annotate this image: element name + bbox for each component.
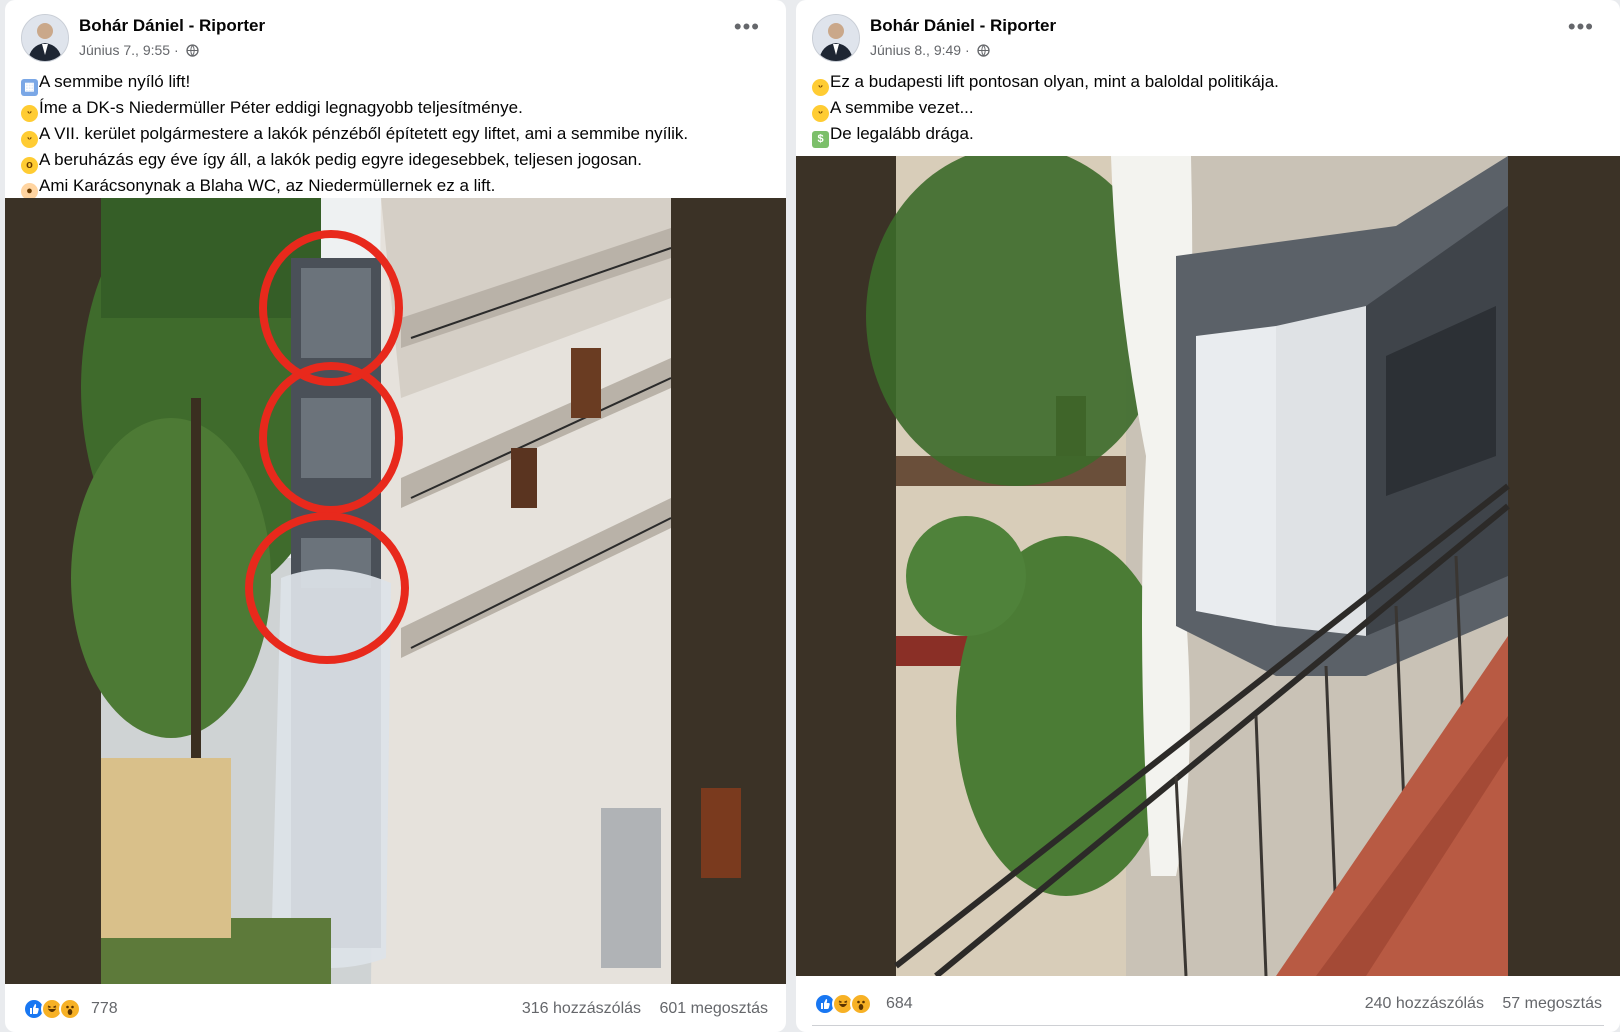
post-line: oA beruházás egy éve így áll, a lakók pe… (21, 148, 770, 174)
calendar-icon: ▦ (21, 79, 38, 96)
wow-icon (850, 993, 872, 1015)
author-avatar[interactable] (812, 14, 860, 62)
screaming-emoji-icon: o (21, 157, 38, 174)
post-meta: Június 8., 9:49 · (870, 42, 990, 58)
post-text: ▦ A semmibe nyíló lift! ᵕ Íme a DK-s Niede… (21, 70, 770, 200)
author-name[interactable]: Bohár Dániel - Riporter (79, 16, 265, 36)
reaction-icons[interactable] (814, 993, 880, 1015)
footer-divider (812, 1025, 1604, 1026)
post-header: Bohár Dániel - Riporter Június 7., 9:55 … (5, 0, 786, 66)
post-line: ᵕ Ez a budapesti lift pontosan olyan, min… (812, 70, 1604, 96)
joy-emoji-icon: ᵕ (812, 105, 829, 122)
post-card: Bohár Dániel - Riporter Június 7., 9:55 … (5, 0, 786, 1032)
post-stats: 316 hozzászólás 601 megosztás (508, 1000, 768, 1018)
author-name[interactable]: Bohár Dániel - Riporter (870, 16, 1056, 36)
post-timestamp[interactable]: Június 8., 9:49 · (870, 42, 970, 58)
wink-emoji-icon: ᵕ (21, 131, 38, 148)
reaction-icons[interactable] (23, 998, 89, 1020)
post-footer: 684 240 hozzászólás 57 megosztás (796, 985, 1620, 1026)
post-text: ᵕ Ez a budapesti lift pontosan olyan, min… (812, 70, 1604, 148)
wow-icon (59, 998, 81, 1020)
money-icon: $ (812, 131, 829, 148)
post-line: ᵕA VII. kerület polgármestere a lakók pé… (21, 122, 770, 148)
post-line: ᵕA semmibe vezet... (812, 96, 1604, 122)
post-photo[interactable] (5, 198, 786, 984)
comments-count[interactable]: 316 hozzászólás (522, 1000, 641, 1017)
post-header: Bohár Dániel - Riporter Június 8., 9:49 … (796, 0, 1620, 66)
post-line: ● Ami Karácsonynak a Blaha WC, az Niederm… (21, 174, 770, 200)
more-options-icon[interactable]: ••• (1568, 16, 1594, 38)
grin-emoji-icon: ᵕ (812, 79, 829, 96)
more-options-icon[interactable]: ••• (734, 16, 760, 38)
grin-emoji-icon: ᵕ (21, 105, 38, 122)
post-line: $ De legalább drága. (812, 122, 1604, 148)
globe-icon (976, 44, 990, 57)
shares-count[interactable]: 57 megosztás (1502, 995, 1602, 1012)
reaction-count[interactable]: 684 (886, 995, 913, 1013)
comments-count[interactable]: 240 hozzászólás (1365, 995, 1484, 1012)
post-card: Bohár Dániel - Riporter Június 8., 9:49 … (796, 0, 1620, 1032)
post-photo[interactable] (796, 156, 1620, 976)
post-footer: 778 316 hozzászólás 601 megosztás (5, 990, 786, 1030)
post-timestamp[interactable]: Június 7., 9:55 · (79, 42, 179, 58)
post-line: ▦ A semmibe nyíló lift! (21, 70, 770, 96)
globe-icon (185, 44, 199, 57)
post-line: ᵕ Íme a DK-s Niedermüller Péter eddigi le… (21, 96, 770, 122)
shares-count[interactable]: 601 megosztás (659, 1000, 768, 1017)
author-avatar[interactable] (21, 14, 69, 62)
reaction-count[interactable]: 778 (91, 1000, 118, 1018)
post-stats: 240 hozzászólás 57 megosztás (1351, 995, 1602, 1013)
post-meta: Június 7., 9:55 · (79, 42, 199, 58)
